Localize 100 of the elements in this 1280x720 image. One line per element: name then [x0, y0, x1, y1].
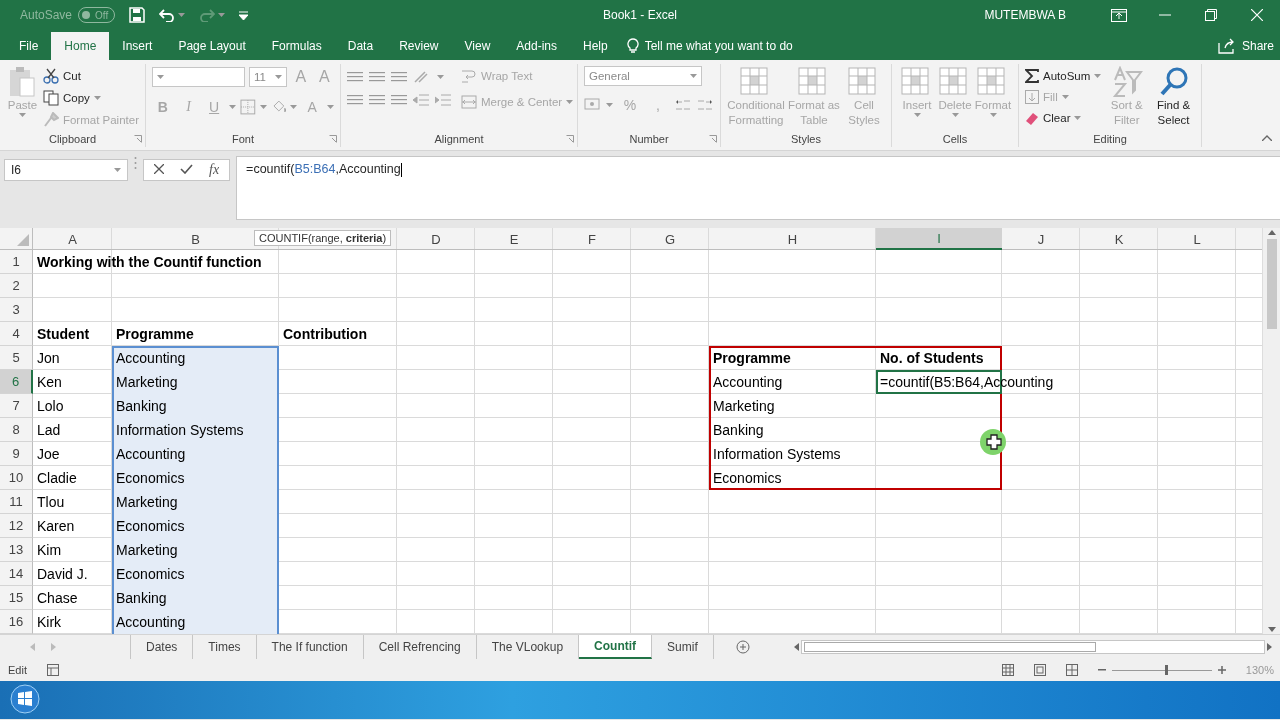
cell-text: Student: [37, 326, 90, 342]
cell-text: Joe: [37, 446, 60, 462]
ribbon-tab[interactable]: Review: [386, 32, 452, 60]
select-all-icon: [17, 234, 29, 246]
group-label: Clipboard: [47, 133, 98, 147]
row-header[interactable]: 3: [0, 298, 33, 322]
share-button[interactable]: Share: [1217, 32, 1280, 60]
cell-text: Tlou: [37, 494, 65, 510]
group-label: Number: [628, 133, 670, 147]
row-header[interactable]: 12: [0, 514, 33, 538]
column-header[interactable]: F: [588, 231, 596, 247]
row-header[interactable]: 16: [0, 610, 33, 634]
cell-text: Economics: [116, 566, 185, 582]
row-header[interactable]: 13: [0, 538, 33, 562]
ribbon-tab[interactable]: Home: [51, 32, 110, 60]
row-header[interactable]: 1: [0, 250, 33, 274]
column-header[interactable]: G: [664, 231, 676, 247]
clear-button[interactable]: Clear: [1025, 108, 1102, 128]
row-header[interactable]: 8: [0, 418, 33, 442]
save-icon: [129, 7, 146, 23]
name-box[interactable]: I6: [4, 159, 128, 181]
dialog-launcher-icon: [329, 135, 337, 143]
column-header[interactable]: E: [509, 231, 519, 247]
ribbon-tab[interactable]: Add-ins: [503, 32, 570, 60]
cell-text: Economics: [116, 518, 185, 534]
copy-button[interactable]: Copy: [42, 88, 139, 108]
column-header[interactable]: J: [1037, 231, 1045, 247]
checkmark-icon: [180, 164, 193, 174]
page-break-icon: [1065, 664, 1078, 676]
caret-icon: [218, 13, 226, 17]
row-header[interactable]: 15: [0, 586, 33, 610]
row-header[interactable]: 4: [0, 322, 33, 346]
decrease-indent-icon: [413, 94, 429, 106]
column-header[interactable]: K: [1114, 231, 1124, 247]
group-label: Alignment: [433, 133, 485, 147]
window-title: Book1 - Excel: [602, 8, 677, 22]
plus-circle-icon: [735, 640, 750, 654]
macro-icon: [46, 664, 59, 676]
restore-icon: [1205, 9, 1217, 21]
insert-function-button[interactable]: fx: [209, 162, 220, 178]
number-format-field[interactable]: General: [584, 66, 702, 86]
dialog-launcher-icon: [709, 135, 717, 143]
ribbon-tab[interactable]: Data: [334, 32, 387, 60]
column-header[interactable]: D: [431, 231, 441, 247]
enter-button[interactable]: [180, 163, 193, 177]
column-header[interactable]: L: [1193, 231, 1201, 247]
brush-icon: [42, 112, 59, 128]
tell-me-box[interactable]: Tell me what you want to do: [626, 32, 793, 60]
cancel-button[interactable]: [154, 163, 164, 177]
row-header[interactable]: 5: [0, 346, 33, 370]
ribbon-tab[interactable]: Page Layout: [165, 32, 259, 60]
font-name-field[interactable]: [152, 67, 245, 87]
previous-sheet-icon: [30, 643, 35, 651]
close-icon: [1251, 9, 1263, 21]
scissors-icon: [42, 68, 59, 84]
cell-text: David J.: [37, 566, 88, 582]
autosum-button[interactable]: AutoSum: [1025, 66, 1102, 86]
column-header[interactable]: A: [68, 231, 77, 247]
cell-text: Lad: [37, 422, 61, 438]
row-header[interactable]: 10: [0, 466, 33, 490]
sheet-tab[interactable]: Countif: [579, 635, 653, 659]
caret-icon: [114, 168, 121, 172]
group-label: Styles: [790, 133, 822, 147]
cell-text: Kirk: [37, 614, 62, 630]
caret-icon: [566, 100, 574, 104]
row-header[interactable]: 6: [0, 370, 33, 394]
start-button[interactable]: [10, 683, 40, 717]
ribbon-tab[interactable]: Insert: [109, 32, 166, 60]
ribbon-tab[interactable]: File: [6, 32, 52, 60]
dialog-launcher-icon: [134, 135, 142, 143]
scrollbar-thumb[interactable]: [1266, 239, 1277, 329]
formula-input[interactable]: =countif(B5:B64,Accounting: [236, 156, 1280, 220]
row-header[interactable]: 11: [0, 490, 33, 514]
row-header[interactable]: 7: [0, 394, 33, 418]
dialog-launcher-icon: [566, 135, 574, 143]
caret-icon: [989, 113, 997, 117]
ribbon-tab[interactable]: Help: [570, 32, 621, 60]
ribbon-tab[interactable]: Formulas: [258, 32, 335, 60]
zoom-slider-thumb[interactable]: [1165, 664, 1169, 675]
top-align-icon: [347, 71, 363, 83]
cell-text: Programme: [116, 326, 194, 342]
row-header[interactable]: 9: [0, 442, 33, 466]
row-header[interactable]: 14: [0, 562, 33, 586]
column-header[interactable]: B: [191, 231, 200, 247]
bottom-align-icon: [391, 71, 407, 83]
column-header[interactable]: H: [787, 231, 798, 247]
cell-text: Cladie: [37, 470, 77, 486]
cut-button[interactable]: Cut: [42, 66, 139, 86]
row-header[interactable]: 2: [0, 274, 33, 298]
ribbon-tab[interactable]: View: [451, 32, 504, 60]
scrollbar-thumb[interactable]: [804, 642, 1096, 652]
caret-icon: [606, 103, 613, 107]
increase-decimal-icon: [675, 98, 691, 112]
caret-icon: [93, 96, 101, 100]
column-header[interactable]: I: [937, 230, 941, 246]
find-select-button[interactable]: Find & Select: [1152, 64, 1195, 133]
lightbulb-icon: [626, 38, 639, 54]
caret-icon: [290, 105, 298, 109]
group-label: Font: [231, 133, 255, 147]
font-size-field[interactable]: 11: [248, 67, 288, 87]
